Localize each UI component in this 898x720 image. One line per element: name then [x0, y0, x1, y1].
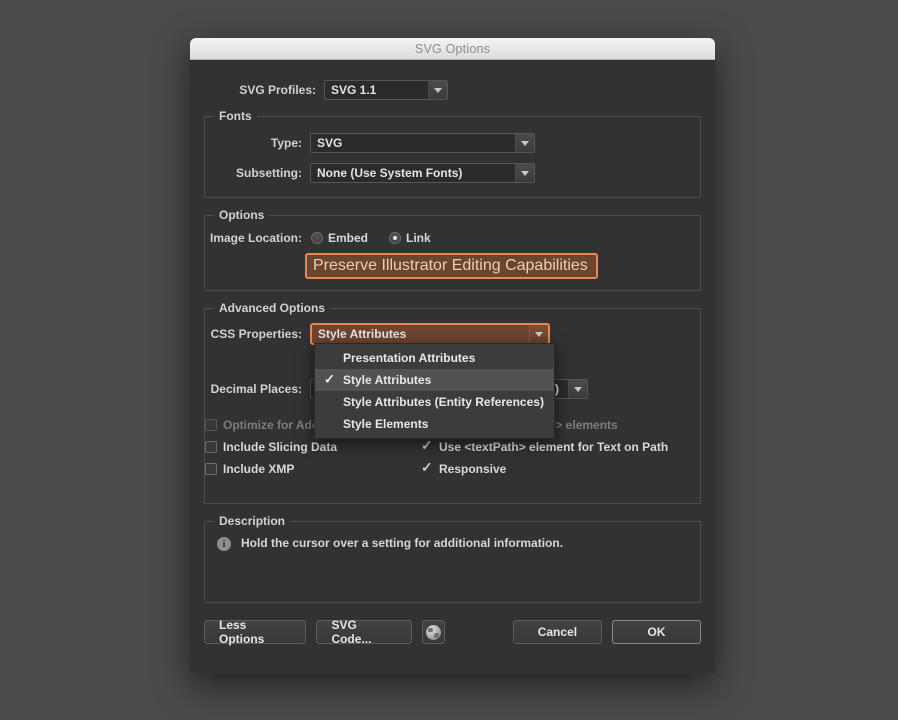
globe-icon [425, 624, 441, 640]
radio-dot-embed [311, 232, 323, 244]
checkbox-use-textpath-element[interactable]: Use <textPath> element for Text on Path [421, 437, 669, 454]
css-properties-select[interactable]: Style Attributes [310, 323, 550, 345]
svg-code-button[interactable]: SVG Code... [316, 618, 412, 646]
advanced-checkbox-row: Include Slicing Data Use <textPath> elem… [205, 436, 700, 458]
checkbox-label: Include XMP [223, 462, 295, 476]
menu-item-label: Presentation Attributes [343, 351, 476, 365]
checkbox-label: Use <textPath> element for Text on Path [439, 440, 669, 454]
check-icon: ✓ [324, 371, 335, 387]
less-options-button[interactable]: Less Options [204, 618, 307, 646]
css-properties-value: Style Attributes [318, 327, 407, 341]
checkbox-box [205, 419, 217, 431]
checkbox-box [205, 463, 217, 475]
font-type-select[interactable]: SVG [310, 133, 535, 153]
preserve-editing-label: Preserve Illustrator Editing Capabilitie… [313, 257, 588, 274]
chevron-down-icon [568, 380, 587, 398]
menu-item-label: Style Attributes (Entity References) [343, 395, 544, 409]
font-subsetting-select[interactable]: None (Use System Fonts) [310, 163, 535, 183]
menu-item-label: Style Attributes [343, 373, 432, 387]
menu-item-style-attributes-entity-references[interactable]: Style Attributes (Entity References) [315, 391, 554, 413]
font-subsetting-value: None (Use System Fonts) [317, 166, 463, 180]
fonts-group-title: Fonts [214, 109, 257, 123]
advanced-options-group-title: Advanced Options [214, 301, 331, 315]
radio-dot-link [389, 232, 402, 244]
font-subsetting-label: Subsetting: [236, 166, 302, 180]
chevron-down-icon [529, 325, 548, 343]
decimal-places-label: Decimal Places: [210, 382, 302, 396]
menu-item-label: Style Elements [343, 417, 429, 431]
radio-link-label: Link [406, 231, 431, 245]
description-text: Hold the cursor over a setting for addit… [241, 536, 564, 550]
checkbox-include-slicing-data[interactable]: Include Slicing Data [205, 440, 421, 454]
preserve-editing-checkbox[interactable]: Preserve Illustrator Editing Capabilitie… [305, 253, 598, 279]
svg-profiles-label: SVG Profiles: [239, 83, 316, 97]
dialog-title: SVG Options [414, 41, 491, 56]
cancel-button[interactable]: Cancel [512, 620, 602, 644]
options-group: Options Image Location: Embed Link Prese… [204, 208, 701, 291]
svg-profiles-value: SVG 1.1 [331, 83, 377, 97]
image-location-row: Image Location: Embed Link [205, 231, 700, 245]
font-type-value: SVG [317, 136, 343, 150]
font-subsetting-row: Subsetting: None (Use System Fonts) [205, 163, 700, 183]
chevron-down-icon [428, 81, 447, 99]
font-type-row: Type: SVG [205, 133, 700, 153]
radio-embed-label: Embed [328, 231, 369, 245]
menu-item-style-elements[interactable]: Style Elements [315, 413, 554, 435]
preserve-editing-row: Preserve Illustrator Editing Capabilitie… [205, 253, 700, 279]
css-properties-row: CSS Properties: Style Attributes [205, 323, 700, 345]
svg-profiles-select[interactable]: SVG 1.1 [324, 80, 448, 100]
checkbox-box [421, 437, 433, 454]
checkbox-responsive[interactable]: Responsive [421, 459, 507, 476]
fonts-group: Fonts Type: SVG Subsetting: None (Use Sy… [204, 109, 701, 198]
options-group-title: Options [214, 208, 270, 222]
font-type-label: Type: [270, 136, 302, 150]
menu-item-presentation-attributes[interactable]: Presentation Attributes [315, 347, 554, 369]
checkbox-include-xmp[interactable]: Include XMP [205, 462, 421, 476]
dialog-footer: Less Options SVG Code... Cancel OK [204, 618, 702, 646]
checkbox-box [205, 441, 217, 453]
desktop-background: SVG Options SVG Profiles: SVG 1.1 Fonts … [0, 0, 898, 720]
checkbox-box [421, 459, 433, 476]
web-preview-button[interactable] [421, 620, 445, 644]
ok-button[interactable]: OK [611, 620, 702, 644]
checkbox-label: Responsive [439, 462, 507, 476]
css-properties-dropdown-menu[interactable]: Presentation Attributes ✓ Style Attribut… [314, 343, 555, 439]
chevron-down-icon [515, 164, 534, 182]
chevron-down-icon [515, 134, 534, 152]
description-group-title: Description [214, 514, 291, 528]
menu-item-style-attributes[interactable]: ✓ Style Attributes [315, 369, 554, 391]
description-group: Description i Hold the cursor over a set… [204, 514, 701, 603]
radio-link[interactable]: Link [389, 231, 431, 245]
image-location-label: Image Location: [209, 231, 302, 245]
checkbox-label: Include Slicing Data [223, 440, 338, 454]
info-icon: i [217, 537, 231, 551]
radio-embed[interactable]: Embed [311, 231, 368, 245]
svg-options-dialog: SVG Options SVG Profiles: SVG 1.1 Fonts … [190, 38, 715, 674]
css-properties-label: CSS Properties: [210, 327, 302, 341]
svg-profiles-row: SVG Profiles: SVG 1.1 [204, 80, 701, 100]
dialog-titlebar: SVG Options [190, 38, 715, 60]
advanced-checkbox-row: Include XMP Responsive [205, 458, 700, 480]
